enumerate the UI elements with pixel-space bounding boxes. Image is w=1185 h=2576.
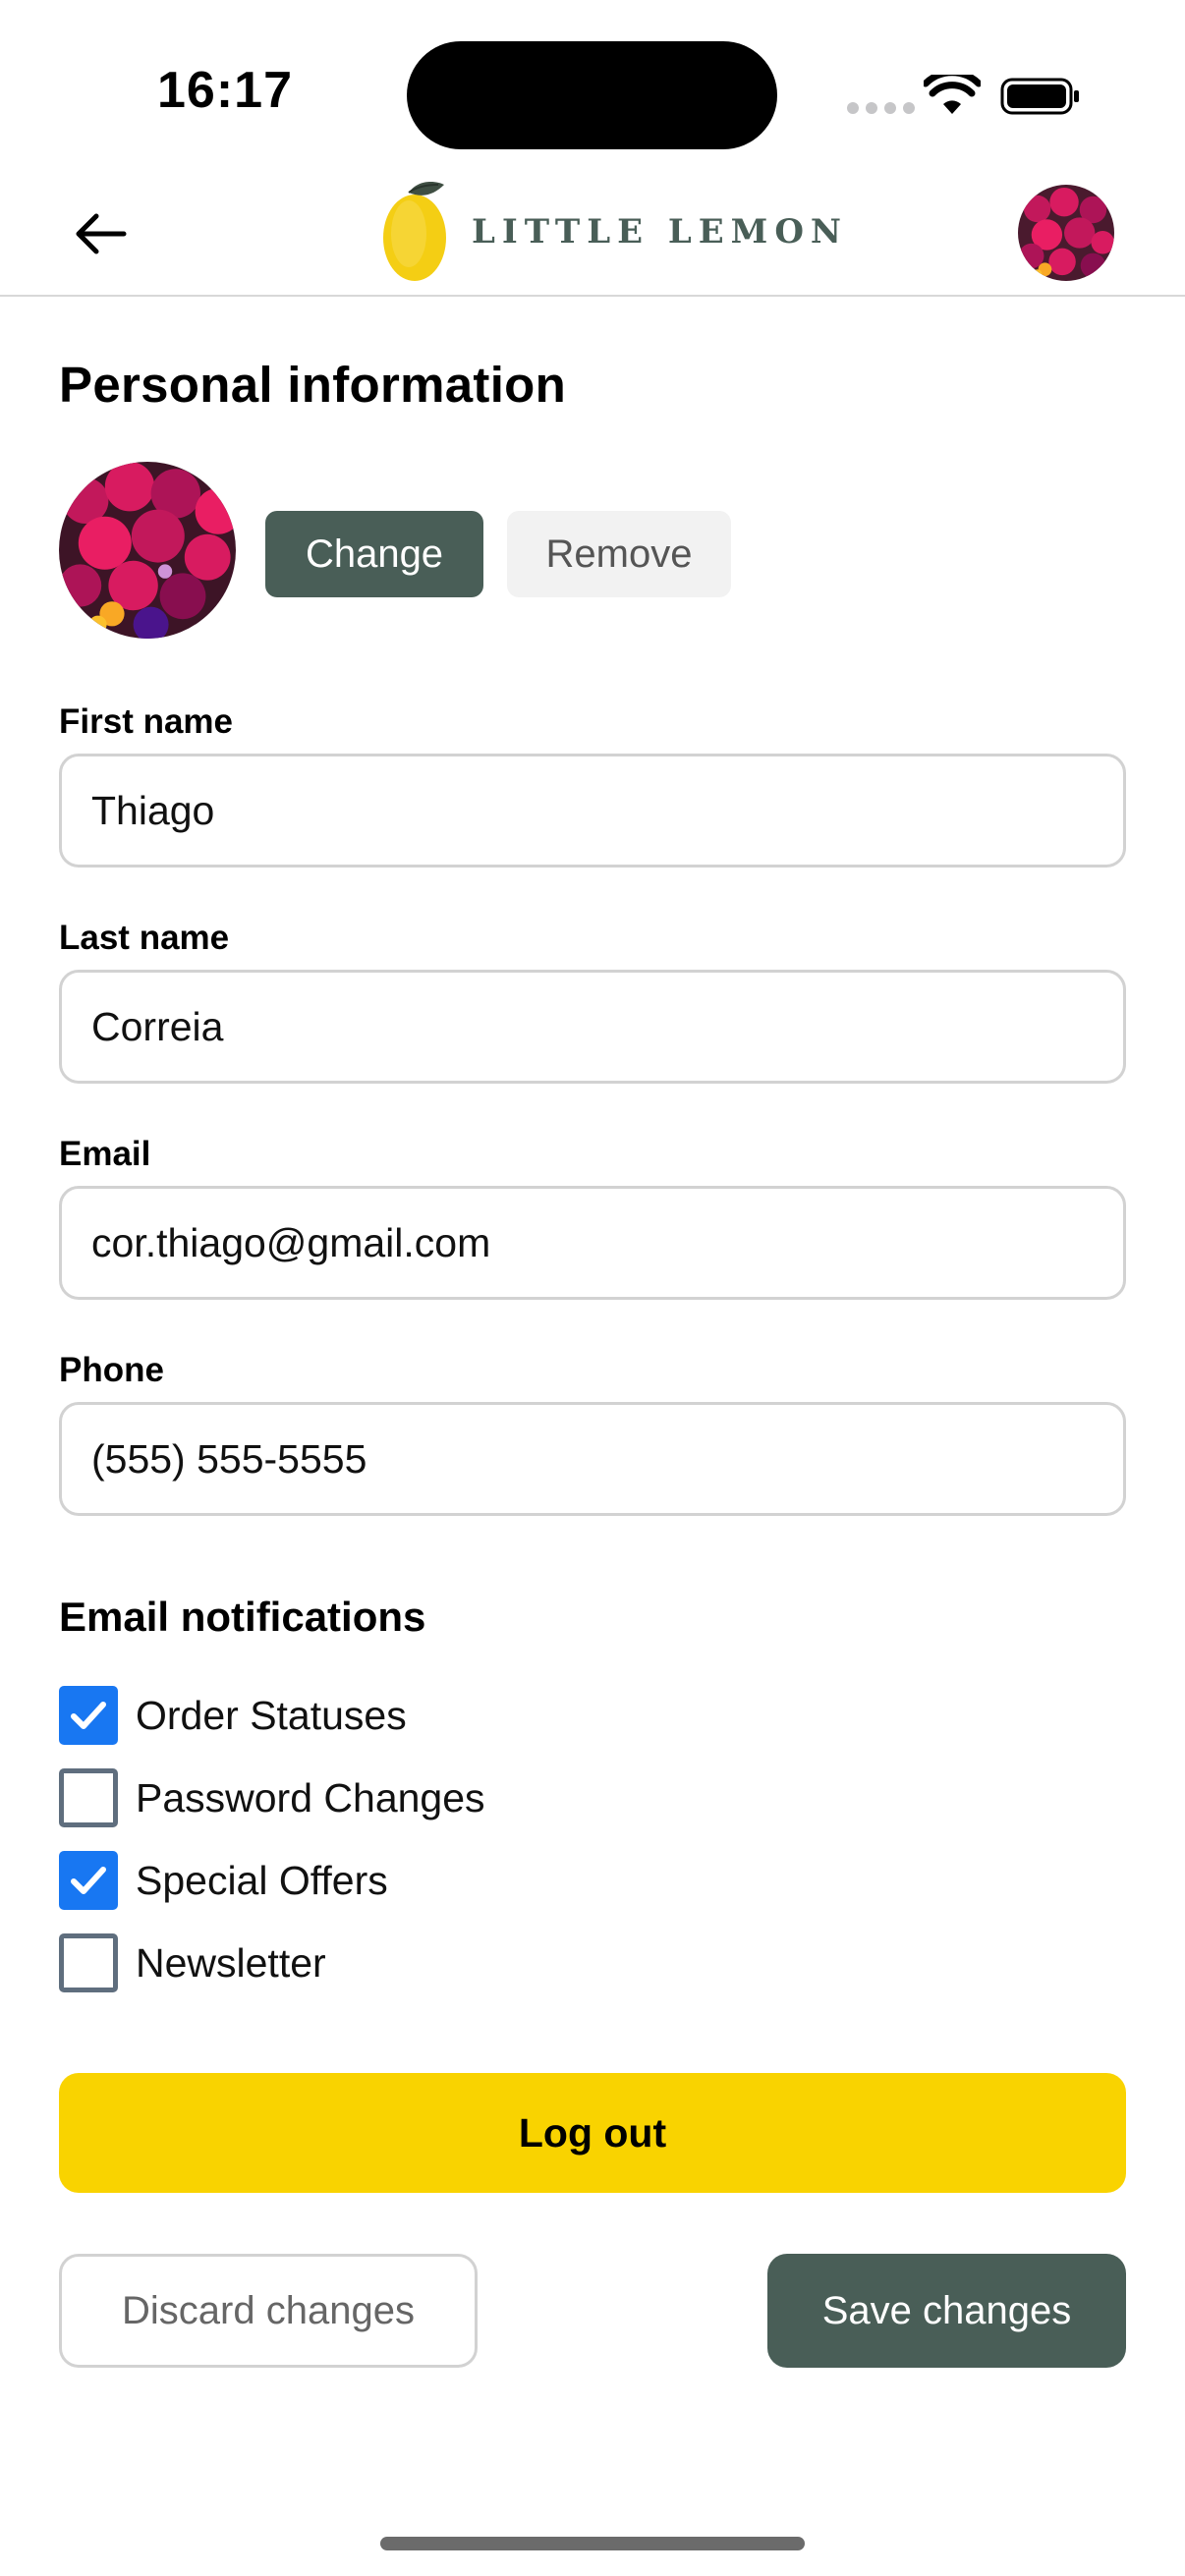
back-button[interactable] bbox=[61, 195, 140, 273]
checkbox-box bbox=[59, 1686, 118, 1745]
remove-avatar-button[interactable]: Remove bbox=[507, 511, 731, 597]
checkbox-box bbox=[59, 1851, 118, 1910]
discard-changes-button[interactable]: Discard changes bbox=[59, 2254, 478, 2368]
phone-field[interactable]: (555) 555-5555 bbox=[59, 1402, 1126, 1516]
change-avatar-button[interactable]: Change bbox=[265, 511, 483, 597]
arrow-left-icon bbox=[76, 213, 127, 254]
checkbox-label: Password Changes bbox=[136, 1774, 485, 1820]
app-header: LITTLE LEMON bbox=[0, 167, 1185, 297]
checkbox-special-offers[interactable]: Special Offers bbox=[59, 1851, 388, 1910]
checkmark-icon bbox=[71, 1702, 106, 1729]
email-field[interactable]: cor.thiago@gmail.com bbox=[59, 1186, 1126, 1300]
home-indicator[interactable] bbox=[380, 2537, 805, 2550]
checkbox-box bbox=[59, 1768, 118, 1827]
profile-avatar bbox=[59, 462, 236, 639]
email-label: Email bbox=[59, 1135, 151, 1173]
first-name-label: First name bbox=[59, 702, 233, 741]
status-time: 16:17 bbox=[157, 62, 293, 119]
cellular-signal-icon bbox=[847, 102, 915, 114]
checkbox-order-statuses[interactable]: Order Statuses bbox=[59, 1686, 407, 1745]
checkbox-box bbox=[59, 1933, 118, 1992]
lemon-icon bbox=[383, 182, 446, 281]
checkbox-label: Special Offers bbox=[136, 1857, 388, 1903]
checkbox-label: Newsletter bbox=[136, 1939, 326, 1986]
flowers-avatar-image bbox=[59, 462, 236, 639]
last-name-label: Last name bbox=[59, 919, 230, 957]
checkbox-password-changes[interactable]: Password Changes bbox=[59, 1768, 485, 1827]
phone-label: Phone bbox=[59, 1351, 164, 1389]
battery-icon bbox=[1000, 78, 1079, 115]
status-bar: 16:17 bbox=[0, 0, 1185, 167]
notifications-title: Email notifications bbox=[59, 1594, 426, 1640]
checkmark-icon bbox=[71, 1867, 106, 1894]
logo-text: LITTLE LEMON bbox=[472, 212, 849, 252]
checkbox-label: Order Statuses bbox=[136, 1692, 407, 1738]
dynamic-island bbox=[407, 41, 777, 149]
wifi-icon bbox=[924, 75, 981, 114]
logout-button[interactable]: Log out bbox=[59, 2073, 1126, 2193]
flowers-avatar-image bbox=[1018, 185, 1114, 281]
little-lemon-logo: LITTLE LEMON bbox=[379, 179, 848, 285]
checkbox-newsletter[interactable]: Newsletter bbox=[59, 1933, 326, 1992]
last-name-field[interactable]: Correia bbox=[59, 970, 1126, 1084]
first-name-field[interactable]: Thiago bbox=[59, 754, 1126, 868]
page-title: Personal information bbox=[59, 357, 567, 413]
avatar-row: Change Remove bbox=[59, 462, 1126, 639]
header-avatar[interactable] bbox=[1018, 185, 1114, 281]
save-changes-button[interactable]: Save changes bbox=[767, 2254, 1126, 2368]
